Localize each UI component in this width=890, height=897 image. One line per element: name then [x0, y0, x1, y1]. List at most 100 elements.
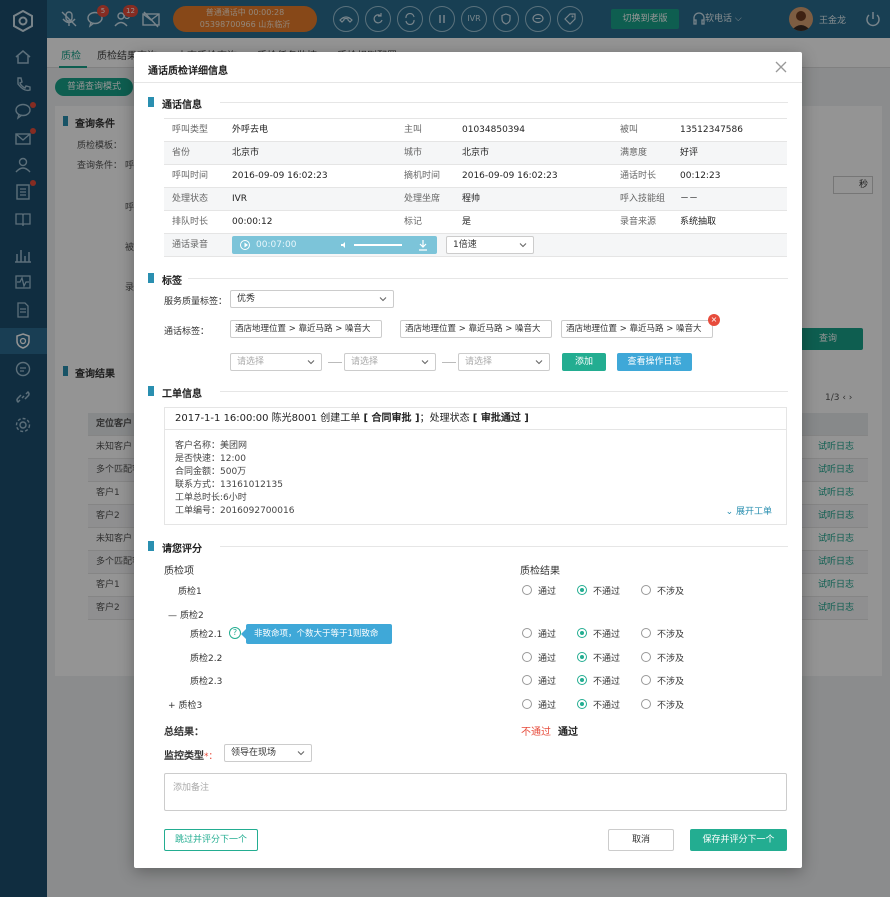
- service-tag-label: 服务质量标签：: [164, 297, 228, 307]
- volume-icon[interactable]: [340, 241, 348, 249]
- result-option-label[interactable]: 通过: [538, 698, 556, 711]
- help-icon[interactable]: ?: [229, 627, 241, 639]
- result-radio[interactable]: [522, 628, 532, 638]
- section-call-info: 通话信息: [148, 96, 788, 111]
- result-radio[interactable]: [577, 585, 587, 595]
- volume-slider[interactable]: [354, 244, 402, 246]
- section-marker: [148, 541, 154, 551]
- order-line: 工单总时长:6小时: [175, 493, 247, 503]
- result-option-label[interactable]: 不通过: [593, 584, 620, 597]
- note-textarea[interactable]: 添加备注: [164, 773, 787, 811]
- result-radio[interactable]: [577, 652, 587, 662]
- skip-next-button[interactable]: 跳过并评分下一个: [164, 829, 258, 851]
- qc-item-name: 质检2.2: [190, 651, 222, 664]
- field-value: 好评: [680, 148, 699, 158]
- field-label: 呼叫时间: [172, 171, 209, 181]
- result-option-label[interactable]: 不涉及: [657, 698, 684, 711]
- result-radio[interactable]: [522, 585, 532, 595]
- result-option-label[interactable]: 不通过: [593, 698, 620, 711]
- speed-value: 1倍速: [453, 240, 477, 250]
- result-option-label[interactable]: 不通过: [593, 674, 620, 687]
- monitor-type-label: 监控类型*：: [164, 747, 218, 762]
- section-title: 标签: [162, 276, 182, 287]
- result-radio[interactable]: [577, 628, 587, 638]
- qc-item-name: 质检2.3: [190, 674, 222, 687]
- field-value: 是: [462, 217, 472, 227]
- result-option-label[interactable]: 通过: [538, 674, 556, 687]
- section-score: 请您评分: [148, 540, 788, 555]
- play-icon[interactable]: [240, 240, 250, 250]
- call-tag[interactable]: 酒店地理位置 > 靠近马路 > 噪音大: [400, 320, 552, 338]
- order-status: [ 审批通过 ]: [472, 413, 529, 424]
- collapse-icon[interactable]: —: [168, 611, 177, 621]
- qc-item-label: 质检3: [178, 701, 203, 711]
- result-radio[interactable]: [577, 675, 587, 685]
- field-value: 程帅: [462, 194, 481, 204]
- result-option-label[interactable]: 不涉及: [657, 584, 684, 597]
- order-line: 联系方式：13161012135: [175, 480, 283, 490]
- field-label: 排队时长: [172, 217, 209, 227]
- field-label: 省份: [172, 148, 191, 158]
- close-icon[interactable]: [774, 60, 788, 74]
- result-radio[interactable]: [641, 699, 651, 709]
- section-title: 工单信息: [162, 389, 202, 400]
- tag-level1-select[interactable]: 请选择: [230, 353, 322, 371]
- view-log-button[interactable]: 查看操作日志: [617, 353, 692, 371]
- result-radio[interactable]: [522, 675, 532, 685]
- call-tag-label: 通话标签：: [164, 327, 210, 337]
- qc-item-label: 质检2.1: [190, 630, 223, 640]
- expand-icon[interactable]: +: [168, 701, 176, 711]
- cancel-button[interactable]: 取消: [608, 829, 674, 851]
- download-icon[interactable]: [418, 239, 428, 251]
- result-option-label[interactable]: 不通过: [593, 627, 620, 640]
- result-option-label[interactable]: 通过: [538, 584, 556, 597]
- service-tag-value: 优秀: [237, 294, 256, 304]
- qc-item-name[interactable]: — 质检2: [168, 608, 204, 621]
- select-placeholder: 请选择: [237, 357, 265, 367]
- required-mark: *：: [204, 752, 218, 762]
- field-value: 2016-09-09 16:02:23: [462, 171, 558, 181]
- qc-item-name[interactable]: + 质检3: [168, 698, 202, 711]
- call-tag[interactable]: 酒店地理位置 > 靠近马路 > 噪音大: [561, 320, 713, 338]
- select-placeholder: 请选择: [351, 357, 379, 367]
- section-marker: [148, 386, 154, 396]
- order-line: 是否快速：12:00: [175, 454, 246, 464]
- qc-item-label: 质检1: [178, 587, 202, 597]
- remove-tag-icon[interactable]: ×: [708, 314, 720, 326]
- monitor-type-select[interactable]: 领导在现场: [224, 744, 312, 762]
- result-radio[interactable]: [577, 699, 587, 709]
- call-info-row: 排队时长 00:00:12 标记 是 录音来源 系统抽取: [164, 211, 787, 234]
- field-label: 呼叫类型: [172, 125, 209, 135]
- result-option-label[interactable]: 不涉及: [657, 651, 684, 664]
- order-line: 合同金额：500万: [175, 467, 247, 477]
- section-tags: 标签: [148, 272, 788, 287]
- tag-level2-select[interactable]: 请选择: [344, 353, 436, 371]
- audio-player[interactable]: 00:07:00: [232, 236, 437, 254]
- result-option-label[interactable]: 不涉及: [657, 627, 684, 640]
- section-divider: [188, 278, 788, 279]
- result-radio[interactable]: [641, 628, 651, 638]
- result-option-label[interactable]: 不通过: [593, 651, 620, 664]
- result-radio[interactable]: [641, 652, 651, 662]
- field-label: 通话时长: [620, 171, 657, 181]
- result-radio[interactable]: [641, 675, 651, 685]
- service-tag-select[interactable]: 优秀: [230, 290, 394, 308]
- expand-label: 展开工单: [735, 507, 772, 517]
- save-next-button[interactable]: 保存并评分下一个: [690, 829, 787, 851]
- result-option-label[interactable]: 通过: [538, 627, 556, 640]
- field-label: 满意度: [620, 148, 648, 158]
- field-value: 01034850394: [462, 125, 525, 135]
- expand-order-link[interactable]: ⌄ 展开工单: [726, 504, 772, 517]
- result-option-label[interactable]: 通过: [538, 651, 556, 664]
- result-radio[interactable]: [522, 699, 532, 709]
- result-radio[interactable]: [641, 585, 651, 595]
- field-value: 系统抽取: [680, 217, 717, 227]
- separator-dash: [328, 362, 342, 363]
- result-option-label[interactable]: 不涉及: [657, 674, 684, 687]
- speed-select[interactable]: 1倍速: [446, 236, 534, 254]
- add-tag-button[interactable]: 添加: [562, 353, 606, 371]
- tag-level3-select[interactable]: 请选择: [458, 353, 550, 371]
- call-tag[interactable]: 酒店地理位置 > 靠近马路 > 噪音大: [230, 320, 382, 338]
- dialog-title: 通话质检详细信息: [148, 66, 228, 77]
- result-radio[interactable]: [522, 652, 532, 662]
